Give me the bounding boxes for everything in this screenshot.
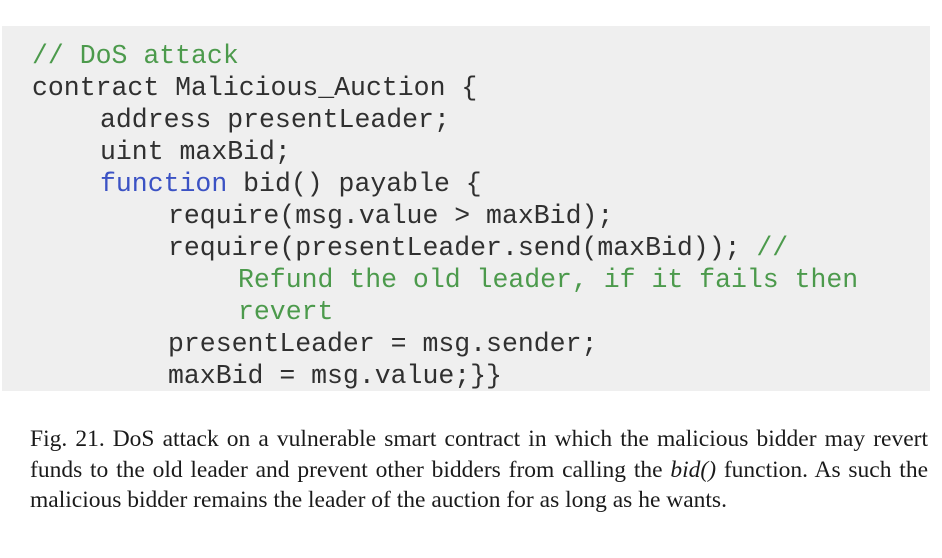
figure-label: Fig. 21. <box>30 426 105 452</box>
require-send-code: require(presentLeader.send(maxBid)); <box>168 233 741 263</box>
code-comment-line: // DoS attack <box>32 41 239 71</box>
code-line-function: function bid() payable { <box>100 168 482 200</box>
code-line-assign-leader: presentLeader = msg.sender; <box>168 329 598 359</box>
code-line-contract: contract Malicious_Auction { <box>32 73 478 103</box>
inline-comment-start: // <box>740 233 789 263</box>
code-comment-continuation-2: revert <box>238 297 334 327</box>
code-line-assign-bid: maxBid = msg.value;}} <box>168 361 502 391</box>
function-signature: bid() payable { <box>227 169 482 199</box>
code-comment-continuation: Refund the old leader, if it fails then <box>238 265 859 295</box>
code-line-require-send: require(presentLeader.send(maxBid)); // <box>168 232 788 264</box>
function-keyword: function <box>100 169 228 199</box>
code-line-require-value: require(msg.value > maxBid); <box>168 201 614 231</box>
code-line-address: address presentLeader; <box>100 105 450 135</box>
code-listing: // DoS attack contract Malicious_Auction… <box>2 26 930 391</box>
figure-caption: Fig. 21. DoS attack on a vulnerable smart… <box>30 424 928 516</box>
caption-italic-function: bid() <box>670 456 717 483</box>
code-line-uint: uint maxBid; <box>100 137 291 167</box>
